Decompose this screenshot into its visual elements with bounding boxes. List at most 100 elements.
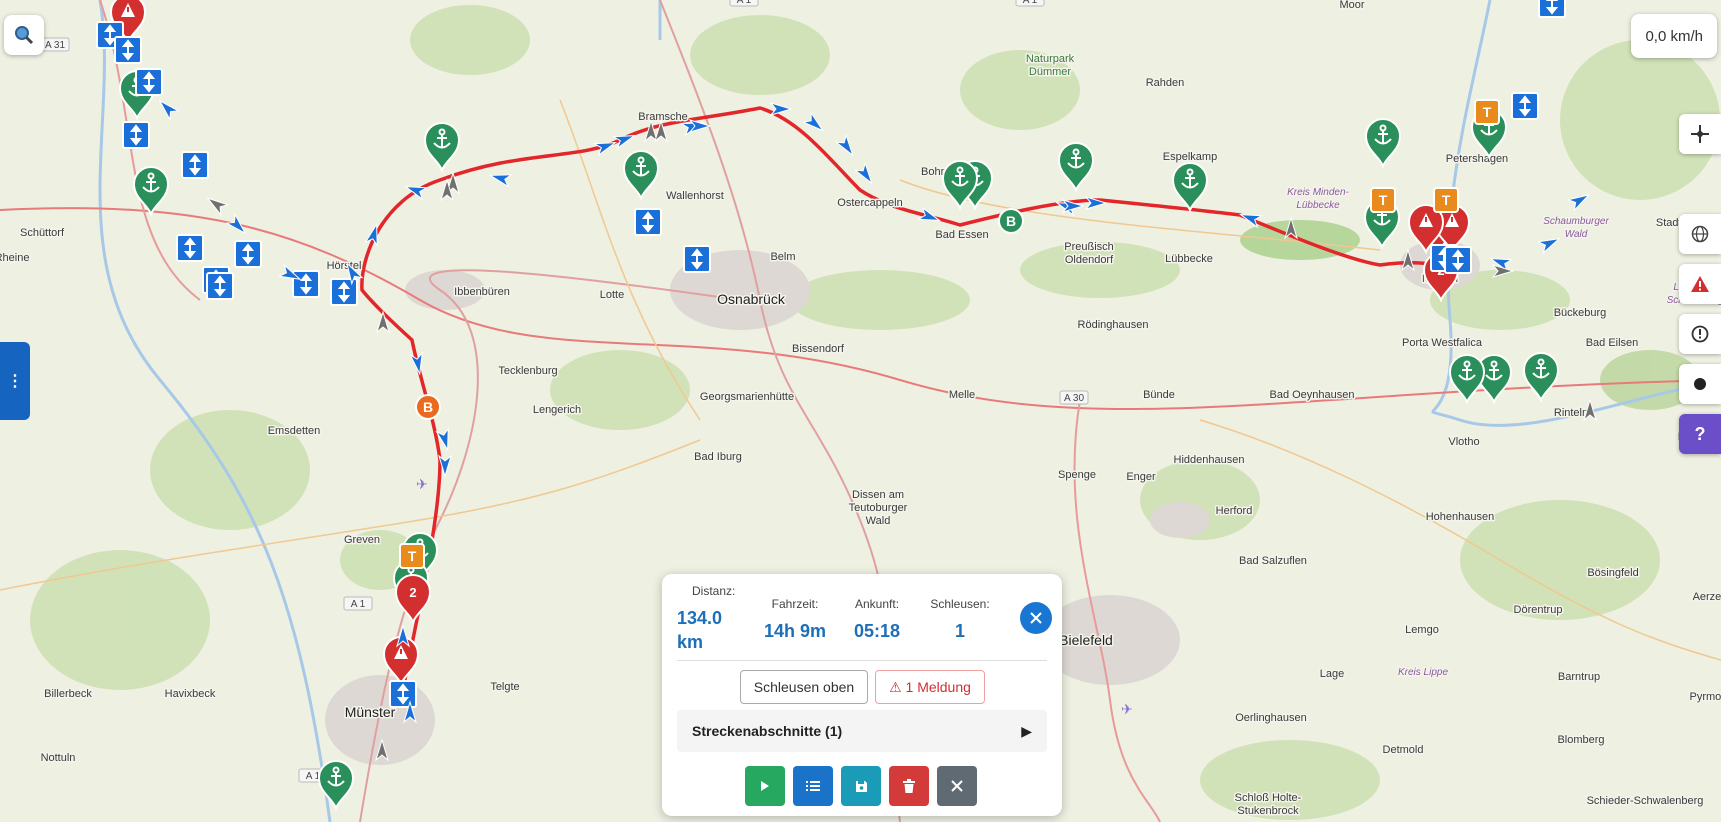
place-label: Ostercappeln bbox=[837, 197, 902, 209]
place-label: Naturpark Dümmer bbox=[1026, 53, 1075, 78]
search-button[interactable] bbox=[4, 15, 44, 55]
speed-display: 0,0 km/h bbox=[1631, 14, 1717, 58]
bridge-marker[interactable] bbox=[634, 208, 662, 236]
svg-text:A 1: A 1 bbox=[351, 599, 366, 610]
place-label: Belm bbox=[770, 251, 795, 263]
place-label: Wallenhorst bbox=[666, 190, 724, 202]
cancel-route-button[interactable] bbox=[937, 766, 977, 806]
speed-value: 0,0 km/h bbox=[1645, 27, 1703, 45]
lock-marker[interactable]: T bbox=[1433, 187, 1459, 213]
badge-letter: B bbox=[1006, 213, 1016, 229]
locks-top-button[interactable]: Schleusen oben bbox=[740, 670, 868, 704]
bridge-marker[interactable] bbox=[122, 121, 150, 149]
place-label: Lage bbox=[1320, 668, 1344, 680]
route-sections-toggle[interactable]: Streckenabschnitte (1) ▶ bbox=[677, 710, 1047, 752]
expand-arrow-icon: ▶ bbox=[1021, 722, 1032, 739]
bridge-marker[interactable] bbox=[135, 68, 163, 96]
road-shield: A 1 bbox=[343, 596, 373, 611]
place-label: Rödinghausen bbox=[1078, 319, 1149, 331]
place-label: Spenge bbox=[1058, 469, 1096, 481]
duration-label: Fahrzeit: bbox=[771, 597, 819, 611]
bridge-marker[interactable] bbox=[176, 234, 204, 262]
arrival-label: Ankunft: bbox=[855, 597, 900, 611]
place-label: Havixbeck bbox=[165, 688, 216, 700]
record-button[interactable] bbox=[1679, 364, 1721, 404]
start-navigation-button[interactable] bbox=[745, 766, 785, 806]
place-label: Blomberg bbox=[1557, 734, 1604, 746]
airport-icon: ✈ bbox=[1121, 701, 1133, 717]
place-label: Georgsmarienhütte bbox=[700, 391, 794, 403]
bridge-marker[interactable] bbox=[683, 245, 711, 273]
distance-stat: Distanz: 134.0 km bbox=[677, 584, 735, 654]
arrival-value: 05:18 bbox=[854, 621, 901, 641]
place-label: Kreis Lippe bbox=[1398, 667, 1448, 678]
place-label: Greven bbox=[344, 534, 380, 546]
road-shield: A 1 bbox=[729, 0, 759, 7]
lock-marker[interactable]: T bbox=[1370, 187, 1396, 213]
route-panel: Distanz: 134.0 km Fahrzeit: 14h 9m Ankun… bbox=[662, 574, 1062, 816]
delete-route-button[interactable] bbox=[889, 766, 929, 806]
close-icon bbox=[951, 780, 963, 792]
lock-marker[interactable]: T bbox=[399, 543, 425, 569]
marker-count: 2 bbox=[409, 585, 416, 600]
place-label: Oerlinghausen bbox=[1235, 712, 1307, 724]
place-label: Espelkamp bbox=[1163, 151, 1217, 163]
place-label: Billerbeck bbox=[44, 688, 92, 700]
locks-label: Schleusen: bbox=[930, 597, 990, 611]
svg-text:A 1: A 1 bbox=[737, 0, 752, 6]
place-label: Bückeburg bbox=[1554, 307, 1607, 319]
help-button[interactable]: ? bbox=[1679, 414, 1721, 454]
info-button[interactable] bbox=[1679, 314, 1721, 354]
bridge-marker[interactable] bbox=[234, 240, 262, 268]
base-marker[interactable]: B bbox=[415, 394, 441, 420]
list-icon bbox=[806, 781, 820, 791]
layers-button[interactable] bbox=[1679, 214, 1721, 254]
more-vert-icon: ⋮ bbox=[7, 373, 23, 390]
bridge-marker[interactable] bbox=[330, 278, 358, 306]
bridge-marker[interactable] bbox=[292, 270, 320, 298]
place-label: Lübbecke bbox=[1165, 253, 1213, 265]
bridge-marker[interactable] bbox=[1538, 0, 1566, 18]
place-label: Melle bbox=[949, 389, 975, 401]
place-label: Pyrmont bbox=[1690, 691, 1721, 703]
badge-letter: T bbox=[1442, 192, 1451, 208]
duration-value: 14h 9m bbox=[764, 621, 827, 641]
warnings-button[interactable] bbox=[1679, 264, 1721, 304]
place-label: Dörentrup bbox=[1514, 604, 1563, 616]
bridge-marker[interactable] bbox=[1444, 246, 1472, 274]
lock-marker[interactable]: T bbox=[1474, 99, 1500, 125]
place-label: Bissendorf bbox=[792, 343, 845, 355]
bridge-marker[interactable] bbox=[181, 151, 209, 179]
dot-icon bbox=[1694, 378, 1706, 390]
badge-letter: B bbox=[423, 399, 433, 415]
alert-circle-icon bbox=[1691, 325, 1709, 343]
place-label: Münster bbox=[345, 704, 396, 720]
bridge-marker[interactable] bbox=[1511, 92, 1539, 120]
trash-icon bbox=[903, 779, 915, 793]
place-label: Hörstel bbox=[327, 260, 362, 272]
route-list-button[interactable] bbox=[793, 766, 833, 806]
airport-icon: ✈ bbox=[416, 476, 428, 492]
place-label: Telgte bbox=[490, 681, 519, 693]
search-icon bbox=[15, 26, 34, 45]
distance-value: 134.0 km bbox=[677, 608, 723, 652]
warning-icon bbox=[1691, 276, 1709, 292]
message-button[interactable]: ⚠ 1 Meldung bbox=[875, 670, 985, 704]
road-shield: A 30 bbox=[1059, 390, 1089, 405]
bridge-marker[interactable] bbox=[389, 680, 417, 708]
place-label: Lengerich bbox=[533, 404, 581, 416]
side-panel-toggle[interactable]: ⋮ bbox=[0, 342, 30, 420]
close-panel-button[interactable] bbox=[1020, 602, 1052, 634]
place-label: Petershagen bbox=[1446, 153, 1508, 165]
base-marker[interactable]: B bbox=[998, 208, 1024, 234]
svg-text:A 1: A 1 bbox=[1023, 0, 1038, 6]
place-label: Bünde bbox=[1143, 389, 1175, 401]
bridge-marker[interactable] bbox=[114, 36, 142, 64]
place-label: Enger bbox=[1126, 471, 1156, 483]
save-route-button[interactable] bbox=[841, 766, 881, 806]
bridge-marker[interactable] bbox=[206, 272, 234, 300]
badge-letter: T bbox=[408, 548, 417, 564]
sections-label: Streckenabschnitte (1) bbox=[692, 723, 843, 739]
place-label: Hiddenhausen bbox=[1174, 454, 1245, 466]
locate-button[interactable] bbox=[1679, 114, 1721, 154]
